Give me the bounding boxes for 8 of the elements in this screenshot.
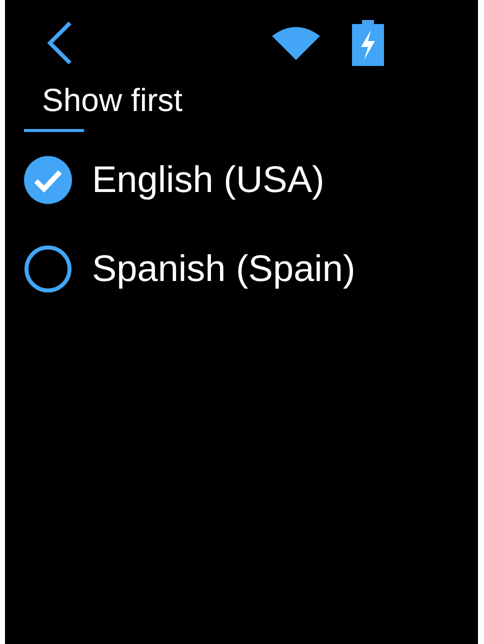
language-option[interactable]: English (USA): [24, 156, 324, 204]
wifi-icon: [272, 26, 320, 60]
radio-unchecked-icon[interactable]: [24, 245, 72, 293]
section-title: Show first: [42, 82, 182, 118]
language-option[interactable]: Spanish (Spain): [24, 245, 356, 293]
radio-checked-icon[interactable]: [24, 156, 72, 204]
battery-charging-icon: [352, 20, 384, 66]
back-icon[interactable]: [45, 20, 73, 66]
